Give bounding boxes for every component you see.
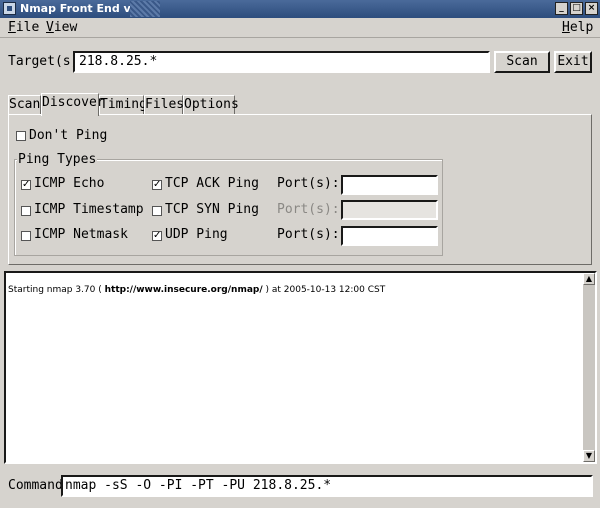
tcp-syn-ping-label: TCP SYN Ping xyxy=(165,202,259,217)
scroll-up-icon[interactable]: ▲ xyxy=(583,273,595,285)
output-prefix: Starting nmap 3.70 ( xyxy=(8,285,105,295)
ping-types-title: Ping Types xyxy=(17,152,98,167)
tab-options[interactable]: Options xyxy=(183,95,239,115)
output-scrollbar[interactable]: ▲ ▼ xyxy=(583,273,595,462)
menu-bar: File View Help xyxy=(0,18,600,38)
tcp-syn-ports-label: Port(s): xyxy=(277,202,340,217)
exit-button[interactable]: Exit xyxy=(554,51,592,73)
icmp-echo-checkbox[interactable]: ✓ xyxy=(21,180,31,190)
udp-ping-checkbox[interactable]: ✓ xyxy=(152,231,162,241)
output-line: Starting nmap 3.70 ( http://www.insecure… xyxy=(8,285,385,295)
tab-timing[interactable]: Timing xyxy=(99,95,147,115)
dont-ping-label: Don't Ping xyxy=(29,128,108,143)
output-suffix: ) at 2005-10-13 12:00 CST xyxy=(262,285,386,295)
tcp-ack-ping-label: TCP ACK Ping xyxy=(165,176,259,191)
tab-discover[interactable]: Discover xyxy=(41,93,105,116)
target-input[interactable]: 218.8.25.* xyxy=(73,51,490,73)
scroll-down-icon[interactable]: ▼ xyxy=(583,450,595,462)
title-bar-grip xyxy=(130,1,160,17)
output-url: http://www.insecure.org/nmap/ xyxy=(104,285,263,295)
icmp-netmask-label: ICMP Netmask xyxy=(34,227,128,242)
scan-button[interactable]: Scan xyxy=(494,51,550,73)
title-bar[interactable]: Nmap Front End v3.70 _ □ × xyxy=(0,0,600,18)
tab-scan[interactable]: Scan xyxy=(8,95,41,115)
icmp-netmask-checkbox[interactable] xyxy=(21,231,31,241)
menu-help[interactable]: Help xyxy=(562,20,593,35)
tcp-ack-ports-label: Port(s): xyxy=(277,176,340,191)
udp-ports-label: Port(s): xyxy=(277,227,340,242)
tcp-syn-ping-checkbox[interactable] xyxy=(152,206,162,216)
menu-view[interactable]: View xyxy=(46,20,77,35)
tcp-syn-ports-input xyxy=(341,200,438,220)
icmp-timestamp-checkbox[interactable] xyxy=(21,206,31,216)
maximize-button[interactable]: □ xyxy=(570,2,583,15)
dont-ping-checkbox[interactable] xyxy=(16,131,26,141)
tcp-ack-ports-input[interactable] xyxy=(341,175,438,195)
close-button[interactable]: × xyxy=(585,2,598,15)
command-input[interactable]: nmap -sS -O -PI -PT -PU 218.8.25.* xyxy=(61,475,593,497)
udp-ping-label: UDP Ping xyxy=(165,227,228,242)
tab-files[interactable]: Files xyxy=(144,95,184,115)
output-text-area[interactable]: Starting nmap 3.70 ( http://www.insecure… xyxy=(4,271,597,464)
icmp-timestamp-label: ICMP Timestamp xyxy=(34,202,144,217)
minimize-button[interactable]: _ xyxy=(555,2,568,15)
menu-file[interactable]: File xyxy=(8,20,39,35)
app-icon[interactable] xyxy=(3,2,16,15)
udp-ports-input[interactable] xyxy=(341,226,438,246)
tcp-ack-ping-checkbox[interactable]: ✓ xyxy=(152,180,162,190)
icmp-echo-label: ICMP Echo xyxy=(34,176,105,191)
